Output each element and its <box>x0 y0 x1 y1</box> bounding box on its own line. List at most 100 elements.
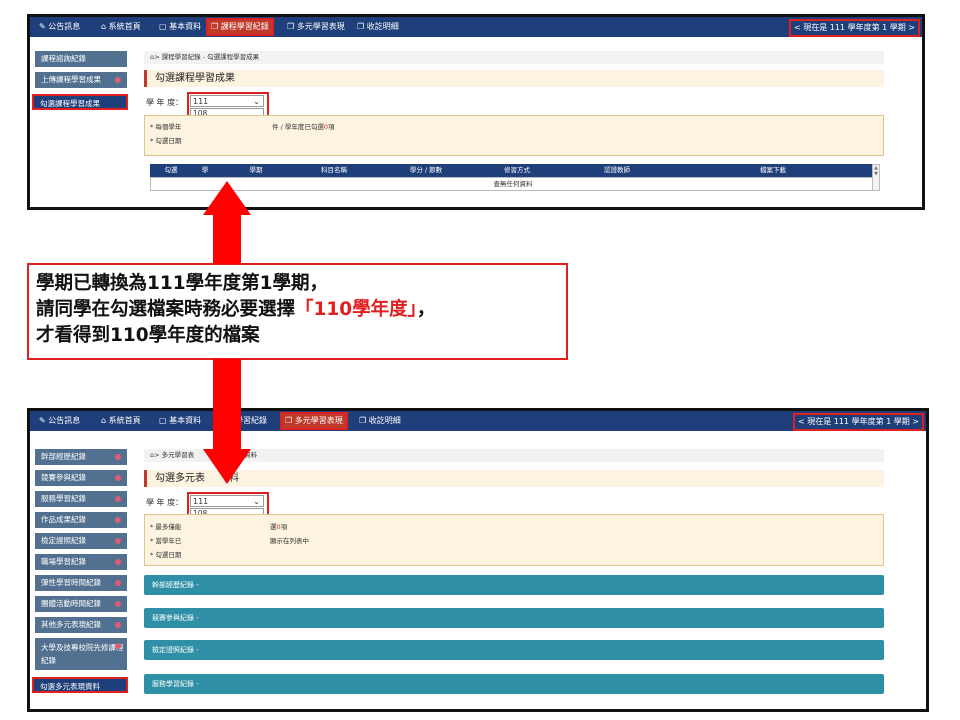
notice-line-3: * 勾選日期 <box>150 551 182 559</box>
sidebar-item-label: 檢定證照紀錄 <box>41 536 86 545</box>
results-table-header: 勾選 學 學期 科目名稱 學分 / 節數 修習方式 認證教師 檔案下載 <box>150 164 876 177</box>
nav-multi-learning[interactable]: ❐ 多元學習表現 <box>284 20 348 34</box>
required-dot-icon <box>115 475 121 481</box>
accordion-competition[interactable]: 競賽參與紀錄 - <box>144 608 884 628</box>
nav-home[interactable]: ⌂ 系統首頁 <box>98 20 144 34</box>
nav-announcements[interactable]: ✎ 公告訊息 <box>36 414 83 428</box>
accordion-cadre[interactable]: 幹部經歷紀錄 - <box>144 575 884 595</box>
sidebar-item-certificate[interactable]: 檢定證照紀錄 <box>35 533 127 549</box>
sidebar-item-service[interactable]: 服務學習紀錄 <box>35 491 127 507</box>
required-dot-icon <box>115 496 121 502</box>
required-dot-icon <box>115 77 121 83</box>
nav-announcements[interactable]: ✎ 公告訊息 <box>36 20 83 34</box>
accordion-service[interactable]: 服務學習紀錄 - <box>144 674 884 694</box>
nav-multi-learning[interactable]: ❐ 多元學習表現 <box>280 412 348 430</box>
sidebar-item-workplace[interactable]: 職場學習紀錄 <box>35 554 127 570</box>
nav-course-records[interactable]: ❐ 課程學習紀錄 <box>206 18 274 36</box>
required-dot-icon <box>115 454 121 460</box>
sidebar-item-label: 彈性學習時間紀錄 <box>41 578 101 587</box>
nav-home[interactable]: ⌂ 系統首頁 <box>98 414 144 428</box>
sidebar-item-group-activity[interactable]: 團體活動時間紀錄 <box>35 596 127 612</box>
notice-line-1b: 件 / 學年度已勾選0項 <box>272 123 335 131</box>
col-term: 學期 <box>249 166 263 174</box>
sidebar-item-label: 其他多元表現紀錄 <box>41 620 101 629</box>
home-icon: ⌂> <box>150 53 162 61</box>
results-table-empty: 查無任何資料 <box>150 177 876 191</box>
required-dot-icon <box>115 517 121 523</box>
arrow-shaft <box>213 214 241 264</box>
doc-icon: ▢ <box>159 416 170 425</box>
breadcrumb: ⌂> 多元學習表 多元表現資料 <box>144 449 884 462</box>
sidebar-item-label: 競賽參與紀錄 <box>41 473 86 482</box>
copy-icon: ❐ <box>357 22 367 31</box>
notice-box <box>144 115 884 156</box>
sidebar-item-label: 作品成果紀錄 <box>41 515 86 524</box>
callout-line-1: 學期已轉換為111學年度第1學期， <box>36 273 328 294</box>
required-dot-icon <box>115 601 121 607</box>
col-subject: 科目名稱 <box>321 166 347 174</box>
sidebar-item-upload-results[interactable]: 上傳課程學習成果 <box>35 72 127 88</box>
col-teacher: 認證教師 <box>604 166 630 174</box>
accordion-certificate[interactable]: 檢定證照紀錄 - <box>144 640 884 660</box>
instruction-callout: 學期已轉換為111學年度第1學期， 請同學在勾選檔案時務必要選擇「110學年度」… <box>27 263 568 360</box>
col-study-mode: 修習方式 <box>504 166 530 174</box>
notice-line-1b: 選0項 <box>270 523 288 531</box>
required-dot-icon <box>115 538 121 544</box>
top-nav-bar: ✎ 公告訊息 ⌂ 系統首頁 ▢ 基本資料 ❐ 課程學習紀錄 ❐ 多元學習表現 ❐… <box>30 17 922 37</box>
sidebar-item-label: 幹部經歷紀錄 <box>41 452 86 461</box>
notice-line-2a: * 當學年已 <box>150 537 182 545</box>
megaphone-icon: ✎ <box>39 416 49 425</box>
sidebar-item-label: 勾選多元表現資料 <box>40 682 100 691</box>
notice-line-2b: 顯示在列表中 <box>270 537 309 545</box>
col-year: 學 <box>201 166 209 174</box>
sidebar-item-label: 大學及技專校院先修課程紀錄 <box>41 643 124 665</box>
home-icon: ⌂ <box>101 416 109 425</box>
home-icon: ⌂> <box>150 451 162 459</box>
screenshot-panel-course: ✎ 公告訊息 ⌂ 系統首頁 ▢ 基本資料 ❐ 課程學習紀錄 ❐ 多元學習表現 ❐… <box>27 14 925 210</box>
col-select: 勾選 <box>164 166 178 174</box>
required-dot-icon <box>115 622 121 628</box>
col-download: 檔案下載 <box>760 166 786 174</box>
required-dot-icon <box>115 580 121 586</box>
sidebar-item-select-multi[interactable]: 勾選多元表現資料 <box>32 677 128 693</box>
sidebar-item-course-consult[interactable]: 課程諮詢紀錄 <box>35 51 127 67</box>
required-dot-icon <box>115 559 121 565</box>
page-title: 勾選多元表料 <box>144 470 884 487</box>
required-dot-icon <box>115 643 121 649</box>
sidebar-item-competition[interactable]: 競賽參與紀錄 <box>35 470 127 486</box>
nav-basic-info[interactable]: ▢ 基本資料 <box>156 20 204 34</box>
copy-icon: ❐ <box>211 22 221 31</box>
sidebar-item-flex-time[interactable]: 彈性學習時間紀錄 <box>35 575 127 591</box>
nav-receipts[interactable]: ❐ 收訖明細 <box>356 414 404 428</box>
nav-basic-info[interactable]: ▢ 基本資料 <box>156 414 204 428</box>
col-credits: 學分 / 節數 <box>409 166 443 174</box>
top-nav-bar: ✎ 公告訊息 ⌂ 系統首頁 ▢ 基本資料 學習紀錄 ❐ 多元學習表現 ❐ 收訖明… <box>30 411 926 431</box>
callout-highlight-year: 「110學年度」 <box>295 299 417 320</box>
notice-line-2: * 勾選日期 <box>150 137 182 145</box>
nav-receipts[interactable]: ❐ 收訖明細 <box>354 20 402 34</box>
callout-line-3: 才看得到110學年度的檔案 <box>36 325 260 346</box>
notice-box <box>144 514 884 566</box>
nav-course-records[interactable]: 學習紀錄 <box>232 414 270 428</box>
callout-line-2: 請同學在勾選檔案時務必要選擇「110學年度」， <box>36 299 436 320</box>
notice-line-1a: * 最多僅能 <box>150 523 182 531</box>
sidebar-item-cadre[interactable]: 幹部經歷紀錄 <box>35 449 127 465</box>
sidebar-item-label: 服務學習紀錄 <box>41 494 86 503</box>
sidebar-item-works[interactable]: 作品成果紀錄 <box>35 512 127 528</box>
sidebar-item-advanced-course[interactable]: 大學及技專校院先修課程紀錄 <box>35 638 127 670</box>
screenshot-panel-multi: ✎ 公告訊息 ⌂ 系統首頁 ▢ 基本資料 學習紀錄 ❐ 多元學習表現 ❐ 收訖明… <box>27 408 929 712</box>
home-icon: ⌂ <box>101 22 109 31</box>
megaphone-icon: ✎ <box>39 22 49 31</box>
copy-icon: ❐ <box>287 22 297 31</box>
sidebar-item-label: 團體活動時間紀錄 <box>41 599 101 608</box>
year-label: 學 年 度： <box>146 98 184 107</box>
sidebar-item-label: 職場學習紀錄 <box>41 557 86 566</box>
current-term-status[interactable]: < 現在是 111 學年度第 1 學期 > <box>788 19 920 37</box>
sidebar-item-select-results[interactable]: 勾選課程學習成果 <box>32 94 128 110</box>
current-term-status[interactable]: < 現在是 111 學年度第 1 學期 > <box>792 413 924 431</box>
breadcrumb: ⌂> 課程學習紀錄 - 勾選課程學習成果 <box>144 51 884 64</box>
sidebar-item-other[interactable]: 其他多元表現紀錄 <box>35 617 127 633</box>
copy-icon: ❐ <box>285 416 295 425</box>
copy-icon: ❐ <box>359 416 369 425</box>
table-scrollbar[interactable]: ▲ ▼ <box>872 164 880 191</box>
